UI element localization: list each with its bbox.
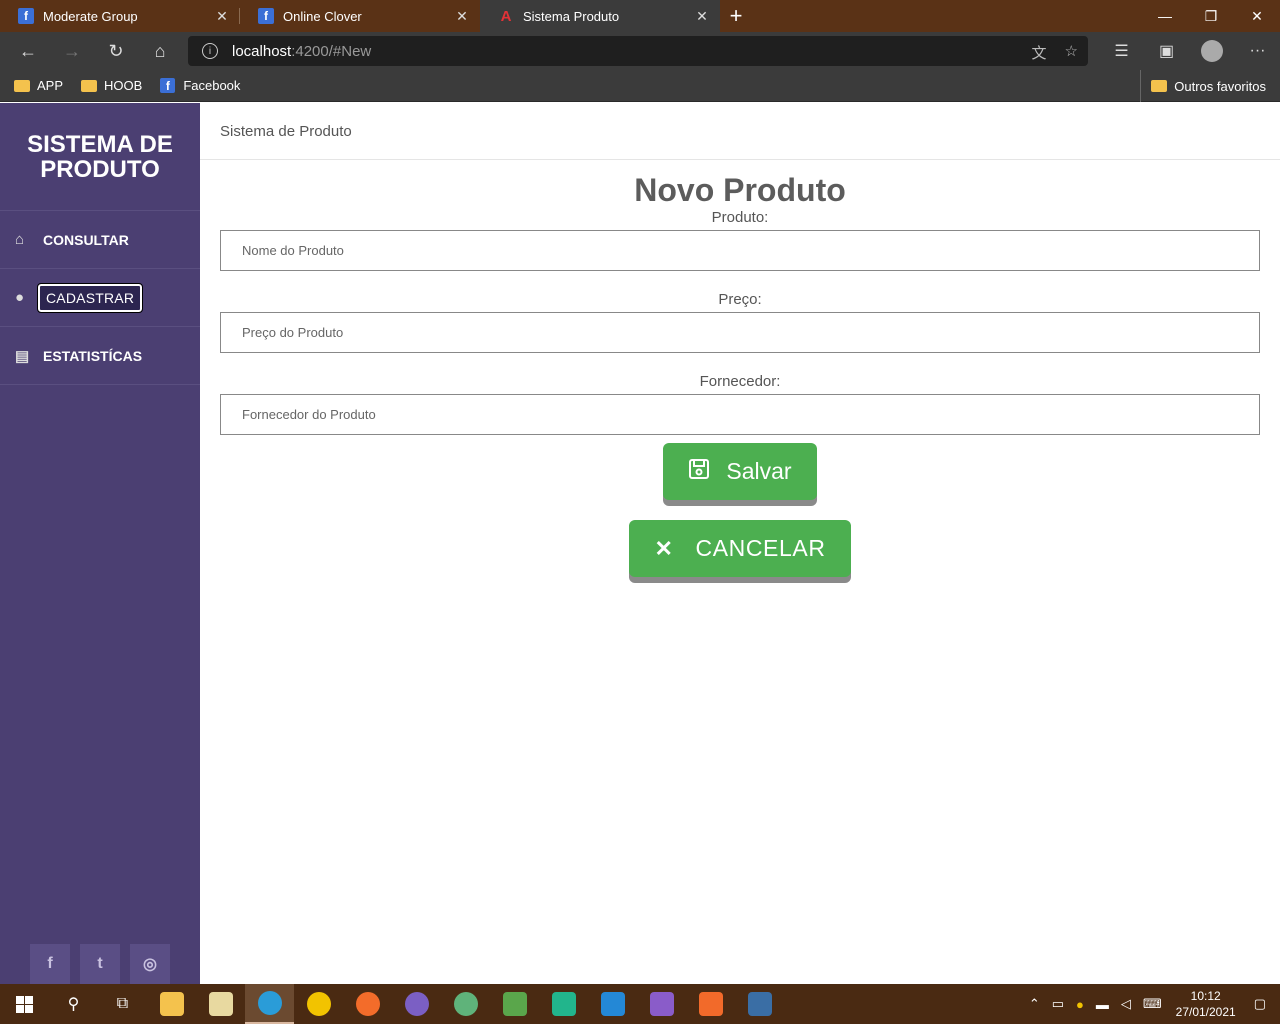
favorite-star-icon[interactable]: ☆ [1065, 42, 1078, 63]
minimize-button[interactable]: — [1142, 0, 1188, 32]
mf-icon[interactable] [294, 984, 343, 1024]
url-host: localhost [232, 42, 292, 60]
translate-icon[interactable]: 文 [1032, 42, 1047, 63]
collections-icon[interactable]: ▣ [1144, 41, 1189, 61]
forward-button[interactable]: → [50, 32, 94, 70]
close-tab-icon[interactable]: ✕ [454, 8, 470, 25]
more-menu-icon[interactable]: ··· [1235, 42, 1280, 60]
twitter-icon[interactable]: t [80, 944, 120, 984]
save-button[interactable]: Salvar [663, 443, 817, 500]
bookmark-facebook[interactable]: f Facebook [160, 78, 240, 93]
address-bar[interactable]: i localhost:4200/#New 文 ☆ [188, 36, 1088, 66]
bookmarks-bar: APP HOOB f Facebook Outros favoritos [0, 70, 1280, 102]
field-label-produto: Produto: [711, 209, 769, 226]
other-favorites[interactable]: Outros favoritos [1140, 70, 1266, 102]
close-tab-icon[interactable]: ✕ [214, 8, 230, 25]
brand-title: SISTEMA DE PRODUTO [0, 103, 200, 211]
chevron-up-icon[interactable]: ⌃ [1029, 996, 1040, 1012]
browser-tab-active[interactable]: A Sistema Produto ✕ [480, 0, 720, 32]
header-title: Sistema de Produto [220, 122, 352, 140]
page-title: Novo Produto [634, 172, 846, 208]
task-view-icon[interactable]: ⧉ [98, 984, 147, 1024]
cancel-button[interactable]: ✕ CANCELAR [629, 520, 851, 577]
sidebar-item-consultar[interactable]: ⌂ CONSULTAR [0, 211, 200, 269]
meet-now-icon[interactable]: ▭ [1052, 996, 1064, 1012]
browser-tab-bar: f Moderate Group ✕ f Online Clover ✕ A S… [0, 0, 1280, 32]
back-button[interactable]: ← [6, 32, 50, 70]
app-window-icon[interactable] [735, 984, 784, 1024]
folder-icon [14, 79, 30, 92]
profile-avatar[interactable] [1201, 40, 1223, 62]
facebook-icon: f [258, 8, 274, 24]
folder-icon [81, 79, 98, 92]
browser-tab[interactable]: f Online Clover ✕ [240, 0, 480, 32]
user-icon: ● [15, 289, 25, 306]
home-button[interactable]: ⌂ [138, 32, 182, 70]
floppy-disk-icon [688, 458, 710, 486]
refresh-button[interactable]: ↻ [94, 32, 138, 70]
angular-icon: A [500, 7, 512, 25]
folder-icon [1151, 80, 1168, 92]
id-card-icon: ▤ [15, 347, 30, 365]
instagram-icon[interactable]: ◎ [130, 944, 170, 984]
page-header: Sistema de Produto [200, 103, 1280, 160]
github-desktop-icon[interactable] [392, 984, 441, 1024]
favorites-icon[interactable]: ☰ [1099, 41, 1144, 61]
vscode-icon[interactable] [588, 984, 637, 1024]
product-price-input[interactable]: Preço do Produto [220, 312, 1260, 353]
tab-title: Sistema Produto [523, 8, 620, 24]
close-window-button[interactable]: ✕ [1234, 0, 1280, 32]
volume-muted-icon[interactable]: ◁ [1121, 996, 1131, 1012]
vscode-insiders-icon[interactable] [539, 984, 588, 1024]
cancel-label: CANCELAR [695, 535, 826, 561]
windows-start-icon[interactable] [0, 984, 49, 1024]
tab-title: Moderate Group [43, 8, 138, 24]
atom-icon[interactable] [441, 984, 490, 1024]
sidebar-item-estatisticas[interactable]: ▤ ESTATISTÍCAS [0, 327, 200, 385]
new-tab-button[interactable]: + [720, 0, 752, 32]
app-icon[interactable] [196, 984, 245, 1024]
browser-tab[interactable]: f Moderate Group ✕ [0, 0, 240, 32]
product-form: Novo Produto Produto: Nome do Produto Pr… [220, 160, 1260, 577]
browser-toolbar: ← → ↻ ⌂ i localhost:4200/#New 文 ☆ ☰ ▣ ··… [0, 32, 1280, 70]
windows-taskbar: ⚲ ⧉ ⌃ ▭ ● ▬ ◁ ⌨ 10:12 27/01/2021 ▢ [0, 984, 1280, 1024]
facebook-icon[interactable]: f [30, 944, 70, 984]
node-icon[interactable] [490, 984, 539, 1024]
save-label: Salvar [726, 458, 792, 484]
facebook-icon: f [18, 8, 34, 24]
social-links: f t ◎ [30, 944, 170, 984]
tray-app-icon[interactable]: ● [1076, 997, 1084, 1012]
bookmark-app[interactable]: APP [14, 78, 63, 93]
keyboard-icon[interactable]: ⌨ [1143, 996, 1162, 1012]
sidebar: SISTEMA DE PRODUTO ⌂ CONSULTAR ● CADASTR… [0, 103, 200, 984]
restore-button[interactable]: ❐ [1188, 0, 1234, 32]
product-supplier-input[interactable]: Fornecedor do Produto [220, 394, 1260, 435]
notifications-icon[interactable]: ▢ [1254, 996, 1266, 1012]
tab-title: Online Clover [283, 8, 362, 24]
home-icon: ⌂ [15, 231, 25, 248]
site-info-icon[interactable]: i [202, 43, 218, 59]
postman-icon[interactable] [343, 984, 392, 1024]
facebook-icon: f [160, 78, 176, 93]
bookmark-hoob[interactable]: HOOB [81, 78, 142, 93]
system-tray: ⌃ ▭ ● ▬ ◁ ⌨ 10:12 27/01/2021 ▢ [1023, 984, 1280, 1024]
window-controls: — ❐ ✕ [1142, 0, 1280, 32]
clock[interactable]: 10:12 27/01/2021 [1176, 988, 1236, 1020]
search-icon[interactable]: ⚲ [49, 984, 98, 1024]
sidebar-item-cadastrar[interactable]: ● CADASTRAR [0, 269, 200, 327]
close-tab-icon[interactable]: ✕ [694, 8, 710, 25]
field-label-preco: Preço: [718, 291, 762, 308]
field-label-fornecedor: Fornecedor: [699, 373, 781, 390]
product-name-input[interactable]: Nome do Produto [220, 230, 1260, 271]
url-path: :4200/#New [291, 42, 372, 60]
xampp-icon[interactable] [686, 984, 735, 1024]
close-icon: ✕ [654, 535, 674, 561]
visual-studio-icon[interactable] [637, 984, 686, 1024]
network-icon[interactable]: ▬ [1096, 997, 1109, 1012]
edge-icon[interactable] [245, 984, 294, 1024]
file-explorer-icon[interactable] [147, 984, 196, 1024]
